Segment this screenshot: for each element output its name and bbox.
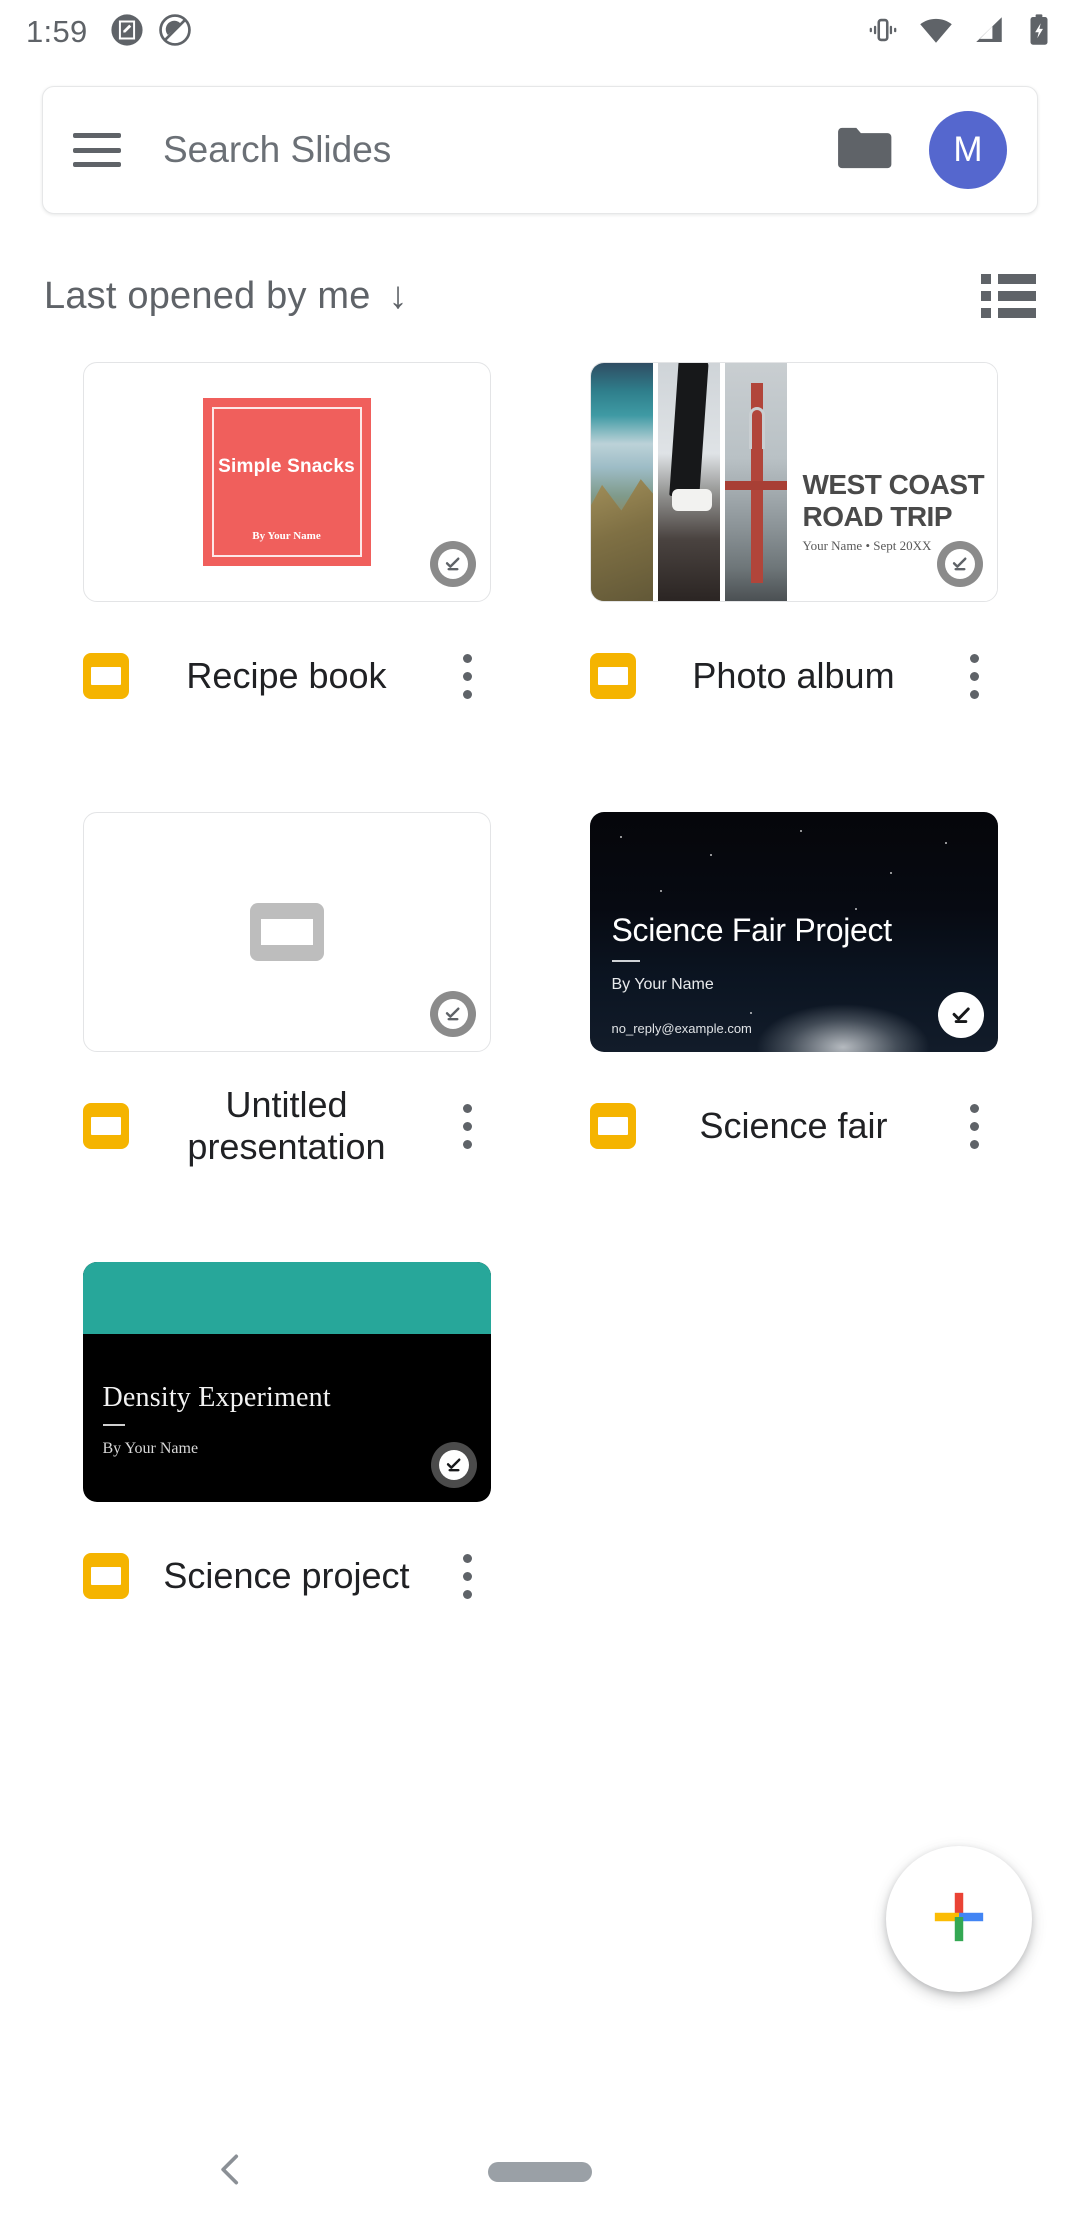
back-chevron-icon[interactable] [210,2149,252,2196]
search-bar[interactable]: M [42,86,1038,214]
file-card-empty-slot [551,1262,1036,1624]
status-bar: 1:59 [0,0,1080,64]
file-thumbnail[interactable]: WEST COAST ROAD TRIP Your Name • Sept 20… [589,362,998,602]
grid-row-gap [551,1174,1036,1262]
file-thumbnail[interactable]: Science Fair Project By Your Name no_rep… [589,812,998,1052]
slide-byline: By Your Name [252,530,321,542]
slide-title: Science Fair Project [611,912,893,948]
grid-row-gap [44,1174,529,1262]
slide-title: Simple Snacks [218,456,355,477]
sort-direction-arrow-icon[interactable]: ↓ [389,277,408,315]
file-card: Untitled presentation [44,812,529,1174]
file-thumbnail[interactable] [82,812,491,1052]
file-label-row: Untitled presentation [82,1078,491,1174]
do-not-disturb-icon [158,13,192,52]
create-new-button[interactable] [886,1846,1032,1992]
slide-title: Density Experiment [102,1382,331,1413]
file-card: Simple Snacks By Your Name Recipe book [44,362,529,724]
home-pill-icon[interactable] [488,2162,592,2182]
more-options-icon[interactable] [952,1103,998,1149]
file-card: Density Experiment By Your Name Science … [44,1262,529,1624]
avatar[interactable]: M [929,111,1007,189]
slide-byline: By Your Name [102,1440,199,1457]
file-card: Science Fair Project By Your Name no_rep… [551,812,1036,1174]
more-options-icon[interactable] [445,653,491,699]
search-input[interactable] [163,129,835,171]
slide-byline: By Your Name [611,976,714,993]
photo-strip-walking [657,363,720,601]
grid-row-gap [44,724,529,812]
photo-strip-ocean [590,363,653,601]
slide-title-line2: ROAD TRIP [802,501,953,532]
slide-divider [102,1424,125,1426]
list-view-icon[interactable] [981,274,1036,318]
sort-row: Last opened by me ↓ [0,266,1080,326]
vibrate-icon [866,13,900,52]
file-title[interactable]: Untitled presentation [129,1084,445,1169]
google-slides-icon [589,1103,636,1149]
more-options-icon[interactable] [445,1553,491,1599]
slide-byline: Your Name • Sept 20XX [802,538,932,553]
file-label-row: Science project [82,1528,491,1624]
teal-band [82,1262,491,1334]
file-thumbnail[interactable]: Density Experiment By Your Name [82,1262,491,1502]
available-offline-icon [429,541,476,587]
file-thumbnail[interactable]: Simple Snacks By Your Name [82,362,491,602]
folder-icon[interactable] [835,124,893,177]
file-card: WEST COAST ROAD TRIP Your Name • Sept 20… [551,362,1036,724]
slide-divider [611,960,640,962]
slide-title-line1: WEST COAST [802,469,985,500]
google-slides-icon [82,1103,129,1149]
avatar-letter: M [953,130,983,169]
grid-row-gap [551,724,1036,812]
status-bar-clock: 1:59 [26,14,88,49]
file-grid: Simple Snacks By Your Name Recipe book W… [0,362,1080,1624]
bridge-arch [748,407,765,449]
system-navigation-bar [0,2124,1080,2220]
available-offline-icon [429,991,476,1037]
available-offline-icon [936,541,983,587]
screenshot-markup-icon [110,13,144,52]
file-title[interactable]: Science project [129,1555,445,1597]
available-offline-icon [430,1442,477,1488]
file-title[interactable]: Science fair [636,1105,952,1147]
google-slides-icon [82,653,129,699]
status-bar-notification-icons [110,13,192,52]
file-label-row: Photo album [589,628,998,724]
sort-label[interactable]: Last opened by me [44,275,371,318]
photo-album-slide-preview: WEST COAST ROAD TRIP Your Name • Sept 20… [590,363,997,601]
file-label-row: Recipe book [82,628,491,724]
recipe-slide-preview: Simple Snacks By Your Name [202,398,371,566]
more-options-icon[interactable] [445,1103,491,1149]
google-slides-icon [82,1553,129,1599]
wifi-icon [918,12,954,53]
more-options-icon[interactable] [952,653,998,699]
plus-icon [930,1888,988,1951]
file-title[interactable]: Recipe book [129,655,445,697]
google-slides-icon [589,653,636,699]
cellular-signal-icon [972,13,1006,52]
available-offline-icon [937,992,984,1038]
file-label-row: Science fair [589,1078,998,1174]
slide-placeholder-icon [249,903,324,961]
status-bar-system-icons [866,12,1054,53]
slide-email: no_reply@example.com [611,1021,752,1036]
battery-charging-icon [1024,13,1054,52]
file-title[interactable]: Photo album [636,655,952,697]
search-bar-container: M [0,86,1080,214]
hamburger-menu-icon[interactable] [73,133,121,167]
photo-strip-bridge [724,363,787,601]
